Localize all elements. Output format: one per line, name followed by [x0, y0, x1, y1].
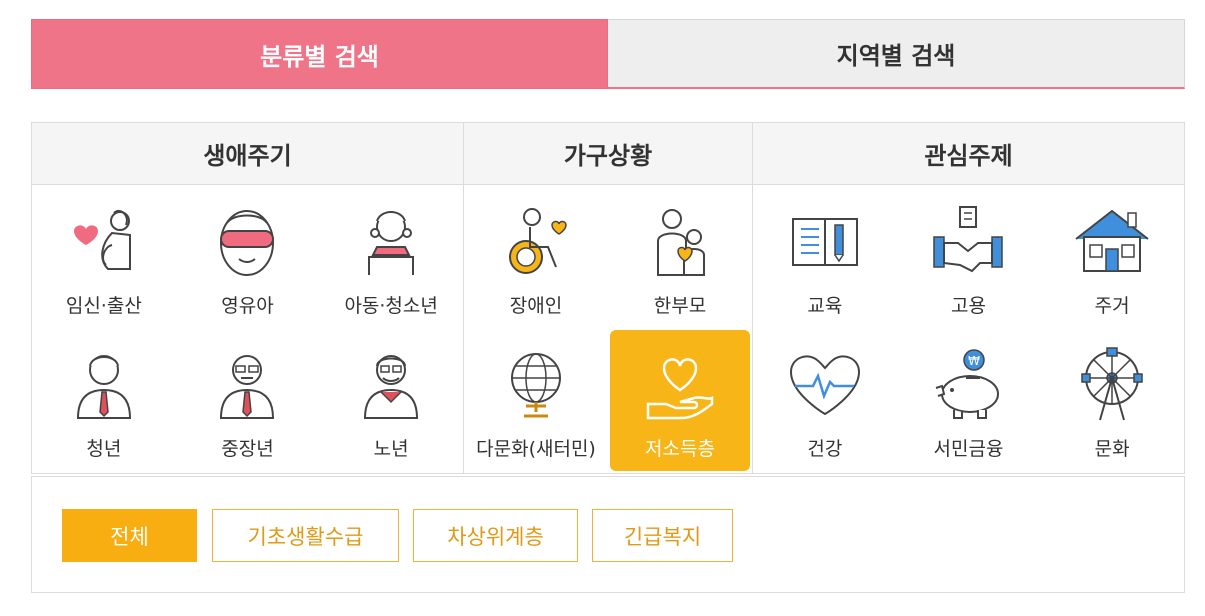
svg-text:₩: ₩: [969, 354, 981, 368]
young-man-icon: [64, 344, 144, 424]
tab-category-search[interactable]: 분류별 검색: [31, 19, 608, 89]
group-title-interest-topics: 관심주제: [753, 123, 1184, 185]
category-label: 주거: [1094, 295, 1130, 317]
category-senior[interactable]: 노년: [319, 328, 463, 473]
group-household: 가구상황 장애인 한부모 다문화(새터민) 저소득층: [464, 123, 753, 473]
infant-icon: [207, 201, 287, 281]
handshake-icon: [928, 201, 1008, 281]
category-label: 청년: [86, 438, 122, 460]
group-life-cycle: 생애주기 임신·출산 영유아 아동·청소년 청년 중장년 노년: [32, 123, 464, 473]
category-label: 저소득층: [645, 438, 715, 460]
group-title-life-cycle: 생애주기: [32, 123, 463, 185]
filter-all-button[interactable]: 전체: [62, 509, 197, 562]
category-label: 건강: [807, 438, 843, 460]
house-icon: [1072, 201, 1152, 281]
piggy-bank-icon: ₩: [928, 344, 1008, 424]
category-housing[interactable]: 주거: [1040, 185, 1184, 328]
search-mode-tabs: 분류별 검색 지역별 검색: [31, 19, 1185, 89]
category-label: 문화: [1094, 438, 1130, 460]
heart-pulse-icon: [785, 344, 865, 424]
category-label: 노년: [373, 438, 409, 460]
filter-basic-livelihood-button[interactable]: 기초생활수급: [212, 509, 399, 562]
category-label: 고용: [951, 295, 986, 317]
tab-region-search[interactable]: 지역별 검색: [608, 19, 1185, 89]
category-infant[interactable]: 영유아: [176, 185, 320, 328]
category-label: 다문화(새터민): [476, 438, 596, 460]
child-icon: [351, 201, 431, 281]
category-label: 아동·청소년: [344, 295, 438, 317]
category-child-youth[interactable]: 아동·청소년: [319, 185, 463, 328]
category-label: 영유아: [221, 295, 274, 317]
category-education[interactable]: 교육: [753, 185, 897, 328]
category-label: 중장년: [221, 438, 274, 460]
category-pregnancy[interactable]: 임신·출산: [32, 185, 176, 328]
single-parent-icon: [640, 201, 720, 281]
wheelchair-icon: [496, 201, 576, 281]
category-label: 임신·출산: [65, 295, 142, 317]
group-title-household: 가구상황: [464, 123, 752, 185]
category-employment[interactable]: 고용: [897, 185, 1041, 328]
filter-near-poverty-button[interactable]: 차상위계층: [413, 509, 578, 562]
book-icon: [785, 201, 865, 281]
category-label: 교육: [807, 295, 843, 317]
ferris-wheel-icon: [1072, 344, 1152, 424]
group-interest-topics: 관심주제 교육 고용 주거 건강 ₩ 서민금융 문화: [753, 123, 1184, 473]
category-young-adult[interactable]: 청년: [32, 328, 176, 473]
category-label: 서민금융: [933, 438, 1004, 460]
heart-hand-icon: [640, 344, 720, 424]
globe-icon: [496, 344, 576, 424]
category-middle-aged[interactable]: 중장년: [176, 328, 320, 473]
category-single-parent[interactable]: 한부모: [608, 185, 752, 328]
category-culture[interactable]: 문화: [1040, 328, 1184, 473]
category-panel: 생애주기 임신·출산 영유아 아동·청소년 청년 중장년 노년 가구상황 장애인…: [31, 122, 1185, 474]
category-label: 한부모: [653, 295, 707, 317]
elderly-man-icon: [351, 344, 431, 424]
filter-emergency-welfare-button[interactable]: 긴급복지: [592, 509, 733, 562]
category-label: 장애인: [509, 295, 563, 317]
middle-aged-man-icon: [207, 344, 287, 424]
income-filter-bar: 전체 기초생활수급 차상위계층 긴급복지: [31, 476, 1185, 593]
pregnant-woman-icon: [64, 201, 144, 281]
category-finance[interactable]: ₩ 서민금융: [897, 328, 1041, 473]
category-disabled[interactable]: 장애인: [464, 185, 608, 328]
category-health[interactable]: 건강: [753, 328, 897, 473]
category-multicultural[interactable]: 다문화(새터민): [464, 328, 608, 473]
category-low-income[interactable]: 저소득층: [610, 330, 750, 471]
